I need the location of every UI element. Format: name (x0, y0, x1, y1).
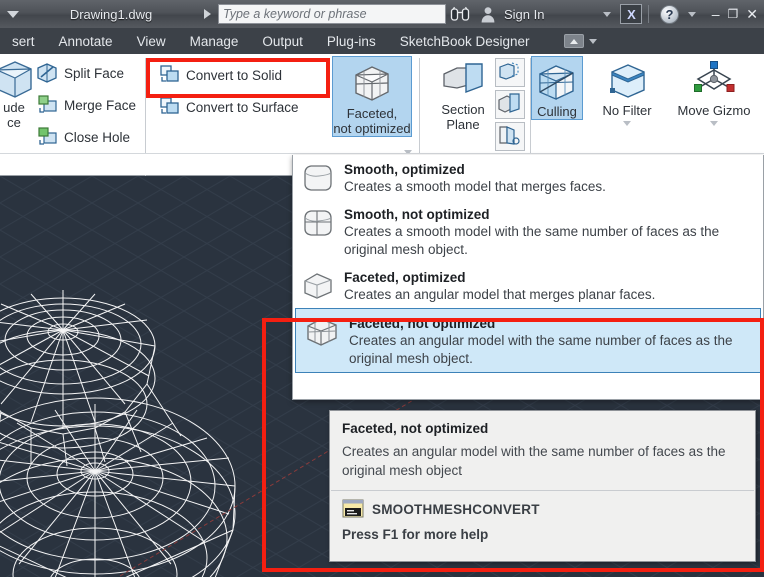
menu-item-faceted-optimized[interactable]: Faceted, optimized Creates an angular mo… (293, 263, 763, 308)
menu-item-title: Smooth, optimized (344, 162, 465, 177)
split-face-button[interactable]: Split Face (36, 62, 124, 84)
tooltip-title: Faceted, not optimized (342, 421, 489, 436)
move-gizmo-button[interactable]: Move Gizmo (670, 56, 758, 126)
cloud-services-button[interactable] (563, 34, 597, 48)
split-face-label: Split Face (64, 65, 125, 81)
convert-to-surface-icon (160, 97, 179, 114)
section-plane-icon (443, 63, 483, 94)
extrude-face-icon (0, 61, 32, 98)
split-face-icon (37, 63, 57, 83)
tooltip-command-name: SMOOTHMESHCONVERT (372, 501, 540, 517)
close-hole-icon (38, 127, 57, 145)
convert-to-solid-button[interactable]: Convert to Solid (158, 64, 282, 86)
generate-section-icon (499, 126, 520, 145)
tooltip-command-row: SMOOTHMESHCONVERT (330, 491, 755, 523)
section-plane-line1: Section (441, 102, 485, 117)
live-section-icon (498, 93, 520, 113)
move-gizmo-icon (694, 61, 735, 92)
tab-sketchbook-designer[interactable]: SketchBook Designer (388, 28, 542, 54)
menu-item-smooth-not-optimized[interactable]: Smooth, not optimized Creates a smooth m… (293, 200, 763, 263)
help-dropdown-icon[interactable] (683, 11, 701, 17)
add-jog-icon (499, 62, 519, 80)
search-expand-icon[interactable] (196, 9, 218, 19)
merge-face-icon (38, 95, 57, 113)
titlebar-divider (648, 5, 650, 23)
section-plane-line2: Plane (446, 117, 480, 132)
minimize-button[interactable]: – (712, 6, 720, 22)
command-prompt-icon (342, 499, 364, 518)
menu-item-description: Creates an angular model that merges pla… (344, 287, 656, 302)
close-hole-button[interactable]: Close Hole (36, 126, 130, 148)
document-title: Drawing1.dwg (69, 6, 153, 22)
smooth-not-optimized-icon (301, 206, 335, 240)
sign-in-label[interactable]: Sign In (504, 7, 544, 22)
menu-item-description: Creates a smooth model with the same num… (344, 224, 720, 257)
user-account-icon[interactable] (474, 0, 502, 28)
extrude-face-label: ude ce (3, 100, 25, 130)
quick-access-dropdown-icon[interactable] (0, 0, 26, 28)
command-tooltip: Faceted, not optimized Creates an angula… (329, 410, 756, 562)
culling-button[interactable]: Culling (531, 56, 583, 120)
tab-insert[interactable]: sert (0, 28, 47, 54)
help-icon: ? (659, 4, 679, 24)
culling-label: Culling (537, 104, 577, 119)
menu-item-title: Smooth, not optimized (344, 207, 490, 222)
menu-item-title: Faceted, not optimized (349, 316, 496, 331)
mesh-conversion-line1: Faceted, (346, 106, 398, 121)
title-bar: Drawing1.dwg Type a keyword or phrase Si… (0, 0, 764, 28)
generate-section-button[interactable] (495, 122, 525, 151)
add-jog-button[interactable] (495, 58, 525, 87)
tab-manage[interactable]: Manage (178, 28, 251, 54)
menu-item-description: Creates a smooth model that merges faces… (344, 179, 606, 194)
culling-cube-icon (539, 65, 574, 100)
tab-plugins[interactable]: Plug-ins (315, 28, 388, 54)
convert-to-surface-button[interactable]: Convert to Surface (158, 96, 299, 118)
menu-item-smooth-optimized[interactable]: Smooth, optimized Creates a smooth model… (293, 155, 763, 200)
section-plane-button[interactable]: Section Plane (432, 58, 494, 132)
faceted-optimized-icon (301, 269, 335, 303)
autodesk-app-badge[interactable]: X (620, 4, 643, 24)
mesh-conversion-dropdown-button[interactable]: Faceted, not optimized (332, 56, 412, 137)
menu-item-title: Faceted, optimized (344, 270, 466, 285)
cloud-dropdown-icon[interactable] (588, 38, 597, 44)
mesh-conversion-dropdown-menu[interactable]: Smooth, optimized Creates a smooth model… (292, 155, 764, 400)
search-binoculars-icon[interactable] (446, 0, 474, 28)
no-filter-cube-icon (610, 64, 645, 98)
live-section-button[interactable] (495, 90, 525, 119)
menu-item-faceted-not-optimized[interactable]: Faceted, not optimized Creates an angula… (295, 308, 761, 373)
search-placeholder-text: Type a keyword or phrase (223, 7, 367, 21)
move-gizmo-label: Move Gizmo (677, 103, 751, 118)
convert-to-surface-label: Convert to Surface (186, 99, 299, 115)
merge-face-button[interactable]: Merge Face (36, 94, 136, 116)
cloud-icon (563, 34, 584, 48)
smooth-optimized-icon (301, 161, 335, 195)
faceted-cube-icon (355, 66, 389, 101)
tab-view[interactable]: View (125, 28, 178, 54)
merge-face-label: Merge Face (64, 97, 137, 113)
no-filter-label: No Filter (602, 103, 652, 118)
tooltip-description: Creates an angular model with the same n… (342, 444, 726, 478)
no-filter-caret-icon[interactable] (623, 121, 631, 126)
tab-annotate[interactable]: Annotate (47, 28, 125, 54)
move-gizmo-caret-icon[interactable] (710, 121, 718, 126)
window-controls: – ❐ ✕ (712, 6, 764, 23)
tab-output[interactable]: Output (250, 28, 315, 54)
restore-button[interactable]: ❐ (728, 7, 739, 21)
no-filter-button[interactable]: No Filter (592, 56, 662, 126)
convert-to-solid-label: Convert to Solid (186, 67, 283, 83)
ribbon-tab-strip: sert Annotate View Manage Output Plug-in… (0, 28, 764, 54)
mesh-conversion-line2: not optimized (333, 121, 411, 136)
tooltip-help-hint: Press F1 for more help (342, 527, 489, 542)
convert-to-solid-icon (160, 65, 179, 82)
close-hole-label: Close Hole (64, 129, 131, 145)
faceted-not-optimized-icon (304, 315, 340, 349)
sign-in-dropdown-icon[interactable] (598, 11, 616, 17)
close-button[interactable]: ✕ (746, 6, 758, 23)
menu-item-description: Creates an angular model with the same n… (349, 333, 733, 366)
help-button[interactable]: ? (655, 0, 683, 28)
autocad-window: Drawing1.dwg Type a keyword or phrase Si… (0, 0, 764, 577)
search-input[interactable]: Type a keyword or phrase (218, 4, 446, 24)
